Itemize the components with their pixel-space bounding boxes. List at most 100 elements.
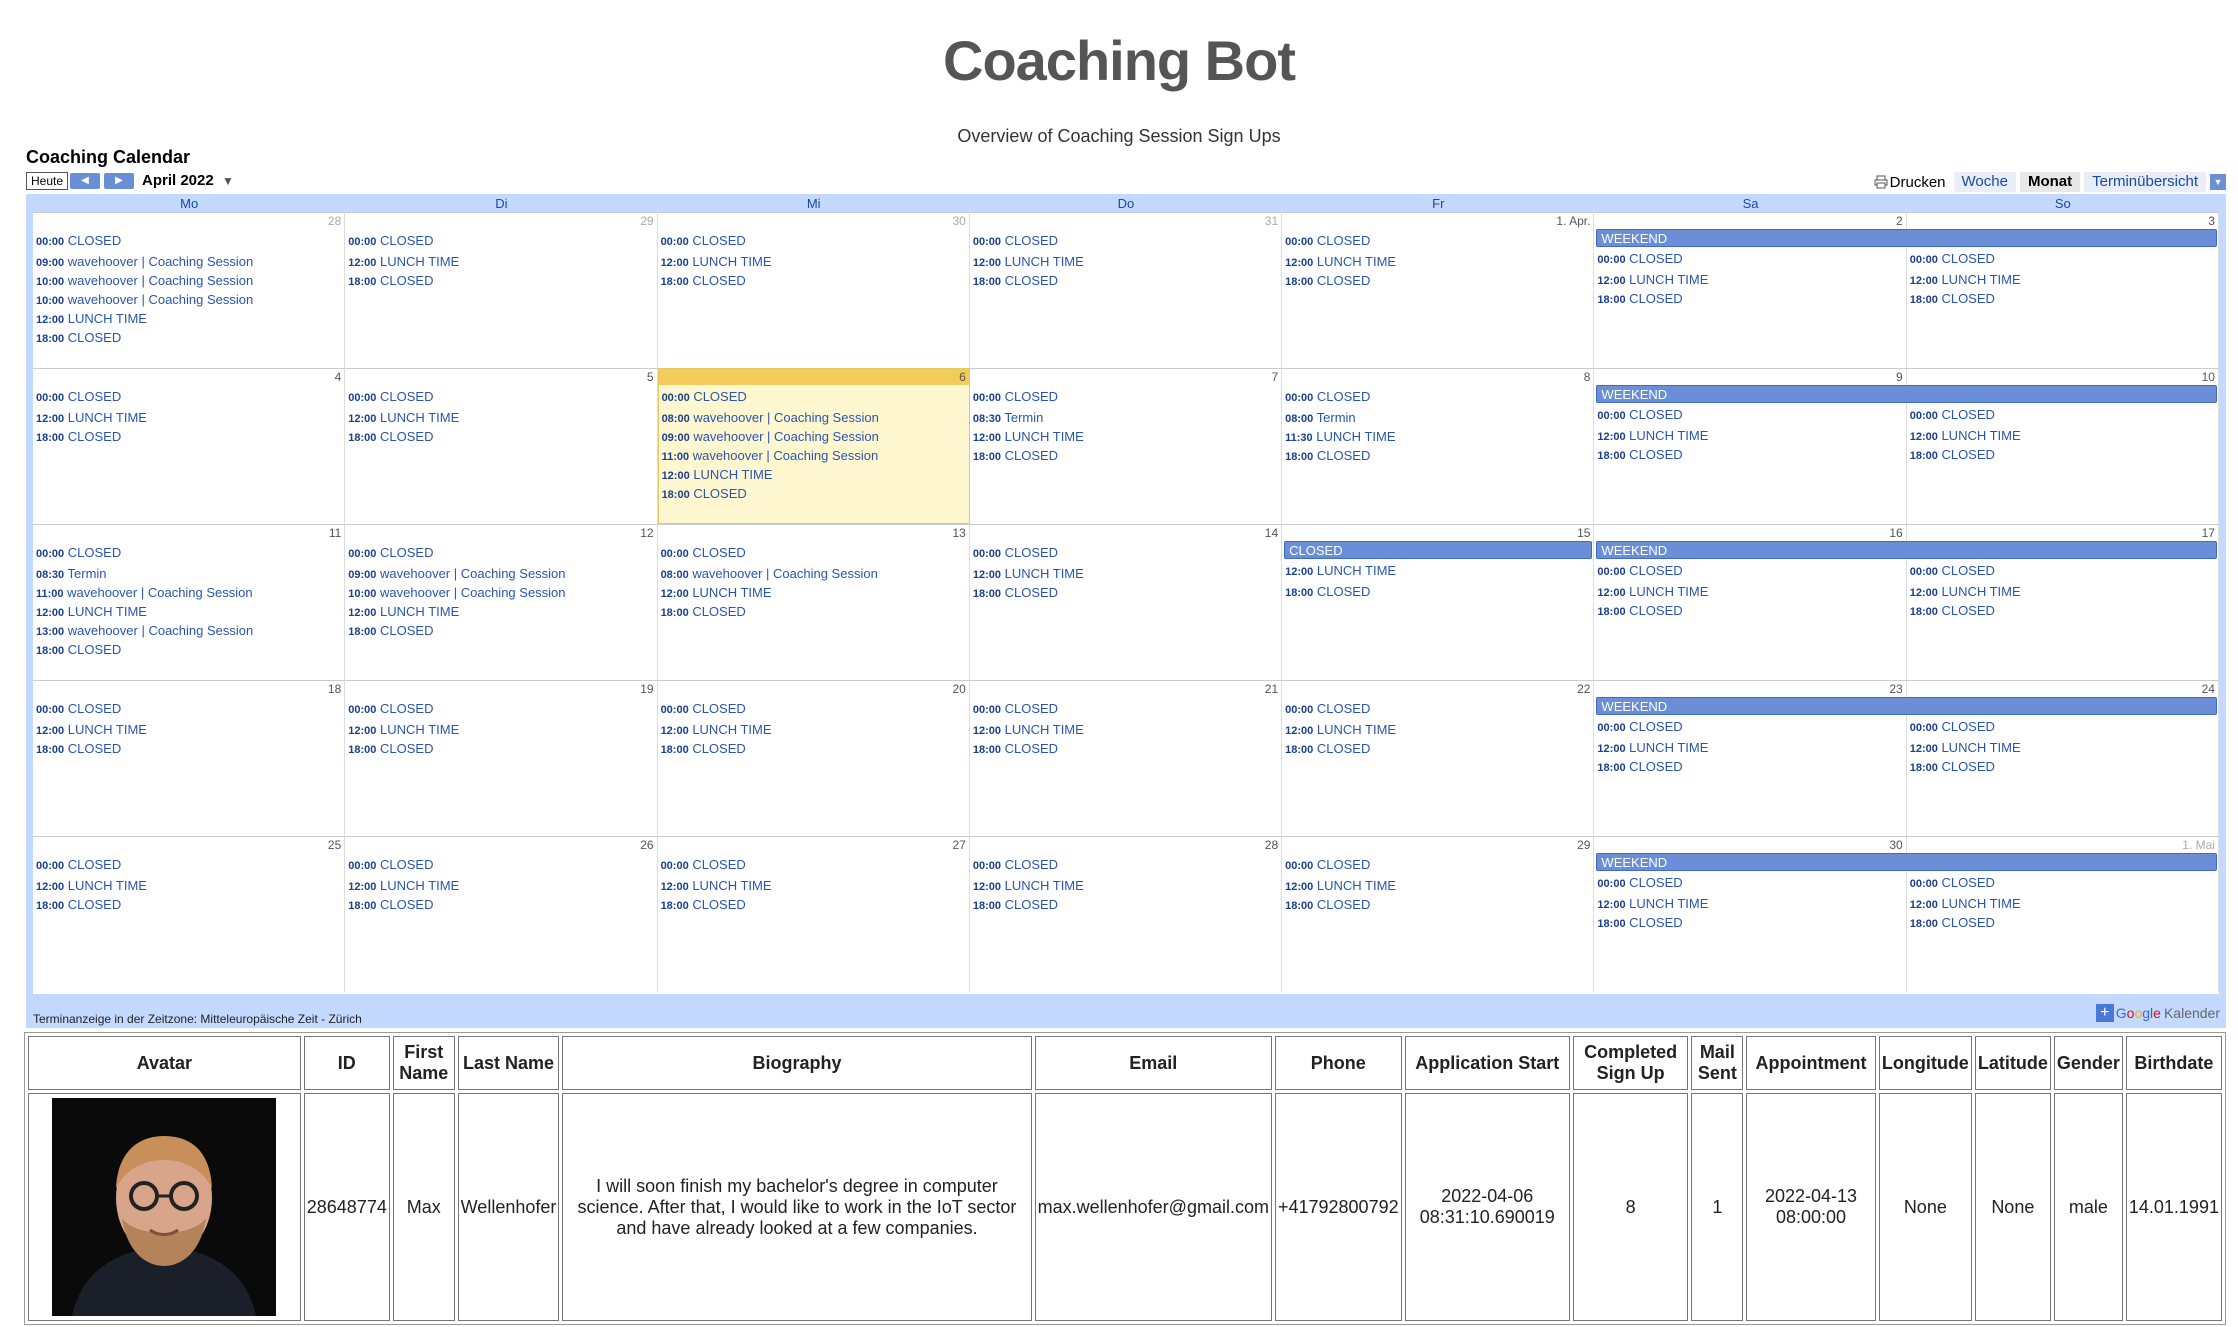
calendar-event[interactable]: 18:00 CLOSED — [36, 429, 121, 444]
calendar-event[interactable]: 10:00 wavehoover | Coaching Session — [348, 585, 565, 600]
calendar-event[interactable]: 00:00 CLOSED — [36, 233, 121, 248]
calendar-event[interactable]: 18:00 CLOSED — [348, 273, 433, 288]
calendar-event[interactable]: 18:00 CLOSED — [1910, 291, 1995, 306]
calendar-event[interactable]: 00:00 CLOSED — [1910, 563, 1995, 578]
date-number[interactable]: 28 — [328, 214, 341, 228]
calendar-event[interactable]: 00:00 CLOSED — [662, 389, 747, 404]
calendar-event[interactable]: 18:00 CLOSED — [1597, 759, 1682, 774]
month-dropdown-icon[interactable]: ▼ — [222, 172, 234, 190]
calendar-event[interactable]: 00:00 CLOSED — [973, 389, 1058, 404]
calendar-event[interactable]: 12:00 LUNCH TIME — [348, 254, 459, 269]
calendar-event[interactable]: 11:30 LUNCH TIME — [1285, 429, 1395, 444]
calendar-event[interactable]: 08:00 Termin — [1285, 410, 1356, 425]
calendar-event[interactable]: 18:00 CLOSED — [348, 897, 433, 912]
date-number[interactable]: 30 — [1889, 838, 1902, 852]
prev-month-button[interactable]: ◀ — [70, 173, 100, 189]
calendar-event[interactable]: 08:00 wavehoover | Coaching Session — [662, 410, 879, 425]
calendar-event[interactable]: 12:00 LUNCH TIME — [1597, 740, 1708, 755]
calendar-day-cell[interactable]: 5 00:00 CLOSED 12:00 LUNCH TIME 18:00 CLOSE… — [345, 368, 658, 524]
calendar-event[interactable]: 18:00 CLOSED — [1910, 759, 1995, 774]
date-number[interactable]: 13 — [952, 526, 965, 540]
calendar-event[interactable]: 00:00 CLOSED — [1597, 251, 1682, 266]
current-month-label[interactable]: April 2022 — [142, 172, 214, 190]
calendar-event[interactable]: 18:00 CLOSED — [973, 273, 1058, 288]
calendar-event[interactable]: 00:00 CLOSED — [348, 857, 433, 872]
calendar-event[interactable]: 00:00 CLOSED — [36, 389, 121, 404]
calendar-event[interactable]: 00:00 CLOSED — [348, 545, 433, 560]
calendar-day-cell[interactable]: 20 00:00 CLOSED 12:00 LUNCH TIME 18:00 CLOS… — [657, 680, 970, 836]
calendar-event[interactable]: 18:00 CLOSED — [1285, 741, 1370, 756]
date-number[interactable]: 5 — [647, 370, 654, 384]
tab-week[interactable]: Woche — [1953, 172, 2016, 192]
date-number[interactable]: 18 — [328, 682, 341, 696]
calendar-event[interactable]: 09:00 wavehoover | Coaching Session — [348, 566, 565, 581]
date-number[interactable]: 4 — [335, 370, 342, 384]
tab-agenda[interactable]: Terminübersicht — [2084, 172, 2206, 192]
calendar-event[interactable]: 00:00 CLOSED — [1597, 875, 1682, 890]
calendar-day-cell[interactable]: 18 00:00 CLOSED 12:00 LUNCH TIME 18:00 CLOS… — [33, 680, 346, 836]
date-number[interactable]: 21 — [1265, 682, 1278, 696]
calendar-event[interactable]: 18:00 CLOSED — [661, 741, 746, 756]
calendar-event[interactable]: 12:00 LUNCH TIME — [973, 254, 1084, 269]
calendar-event[interactable]: 00:00 CLOSED — [1910, 719, 1995, 734]
calendar-event[interactable]: 12:00 LUNCH TIME — [1910, 740, 2021, 755]
calendar-event[interactable]: 11:00 wavehoover | Coaching Session — [662, 448, 879, 463]
date-number[interactable]: 12 — [640, 526, 653, 540]
calendar-event[interactable]: 12:00 LUNCH TIME — [36, 878, 147, 893]
date-number[interactable]: 20 — [952, 682, 965, 696]
calendar-day-cell[interactable]: 7 00:00 CLOSED 08:30 Termin 12:00 LUNCH TIM… — [969, 368, 1283, 524]
calendar-day-cell[interactable]: 21 00:00 CLOSED 12:00 LUNCH TIME 18:00 CLOS… — [969, 680, 1283, 836]
tab-month[interactable]: Monat — [2019, 172, 2081, 192]
calendar-event[interactable]: 18:00 CLOSED — [973, 585, 1058, 600]
calendar-event[interactable]: 12:00 LUNCH TIME — [348, 410, 459, 425]
date-number[interactable]: 27 — [952, 838, 965, 852]
calendar-event[interactable]: 12:00 LUNCH TIME — [348, 722, 459, 737]
weekend-event-bar[interactable]: WEEKEND — [1596, 229, 2217, 247]
date-number[interactable]: 2 — [1896, 214, 1903, 228]
calendar-event[interactable]: 12:00 LUNCH TIME — [661, 722, 772, 737]
calendar-event[interactable]: 00:00 CLOSED — [973, 545, 1058, 560]
calendar-day-cell[interactable]: 6 00:00 CLOSED 08:00 wavehoover | Coaching… — [657, 368, 970, 524]
calendar-day-cell[interactable]: 29 00:00 CLOSED 12:00 LUNCH TIME 18:00 CLOS… — [345, 212, 658, 368]
date-number[interactable]: 14 — [1265, 526, 1278, 540]
calendar-day-cell[interactable]: 28 00:00 CLOSED 09:00 wavehoover | Coachin… — [33, 212, 346, 368]
calendar-event[interactable]: 12:00 LUNCH TIME — [973, 566, 1084, 581]
calendar-event[interactable]: 18:00 CLOSED — [1597, 603, 1682, 618]
calendar-event[interactable]: 18:00 CLOSED — [1910, 447, 1995, 462]
google-calendar-add-button[interactable]: + Google Kalender — [2095, 1004, 2220, 1022]
calendar-event[interactable]: 12:00 LUNCH TIME — [1910, 272, 2021, 287]
calendar-event[interactable]: 18:00 CLOSED — [661, 897, 746, 912]
calendar-event[interactable]: 00:00 CLOSED — [36, 857, 121, 872]
calendar-event[interactable]: 00:00 CLOSED — [1597, 563, 1682, 578]
date-number[interactable]: 22 — [1577, 682, 1590, 696]
calendar-event[interactable]: 18:00 CLOSED — [662, 486, 747, 501]
calendar-event[interactable]: 09:00 wavehoover | Coaching Session — [36, 254, 253, 269]
calendar-event[interactable]: 10:00 wavehoover | Coaching Session — [36, 292, 253, 307]
calendar-event[interactable]: 08:00 wavehoover | Coaching Session — [661, 566, 878, 581]
calendar-event[interactable]: 12:00 LUNCH TIME — [1597, 428, 1708, 443]
calendar-event[interactable]: 12:00 LUNCH TIME — [662, 467, 773, 482]
calendar-event[interactable]: 18:00 CLOSED — [1910, 603, 1995, 618]
calendar-event[interactable]: 09:00 wavehoover | Coaching Session — [662, 429, 879, 444]
calendar-event[interactable]: 18:00 CLOSED — [1597, 291, 1682, 306]
calendar-event[interactable]: 12:00 LUNCH TIME — [1285, 254, 1396, 269]
calendar-event[interactable]: 13:00 wavehoover | Coaching Session — [36, 623, 253, 638]
date-number[interactable]: 26 — [640, 838, 653, 852]
calendar-event[interactable]: 12:00 LUNCH TIME — [1910, 428, 2021, 443]
calendar-event[interactable]: 00:00 CLOSED — [348, 233, 433, 248]
calendar-event[interactable]: 12:00 LUNCH TIME — [661, 878, 772, 893]
calendar-event[interactable]: 18:00 CLOSED — [1285, 584, 1370, 599]
calendar-event[interactable]: 00:00 CLOSED — [661, 701, 746, 716]
calendar-day-cell[interactable]: 13 00:00 CLOSED 08:00 wavehoover | Coachin… — [657, 524, 970, 680]
calendar-event[interactable]: 18:00 CLOSED — [1910, 915, 1995, 930]
date-number[interactable]: 9 — [1896, 370, 1903, 384]
calendar-event[interactable]: 12:00 LUNCH TIME — [1597, 272, 1708, 287]
calendar-event[interactable]: 12:00 LUNCH TIME — [661, 585, 772, 600]
calendar-day-cell[interactable]: 4 00:00 CLOSED 12:00 LUNCH TIME 18:00 CLOSE… — [33, 368, 346, 524]
date-number[interactable]: 11 — [329, 526, 341, 540]
date-number[interactable]: 7 — [1271, 370, 1278, 384]
calendar-event[interactable]: 12:00 LUNCH TIME — [1597, 896, 1708, 911]
calendar-day-cell[interactable]: 19 00:00 CLOSED 12:00 LUNCH TIME 18:00 CLOS… — [345, 680, 658, 836]
date-number[interactable]: 17 — [2202, 526, 2215, 540]
calendar-event[interactable]: 12:00 LUNCH TIME — [1285, 722, 1396, 737]
